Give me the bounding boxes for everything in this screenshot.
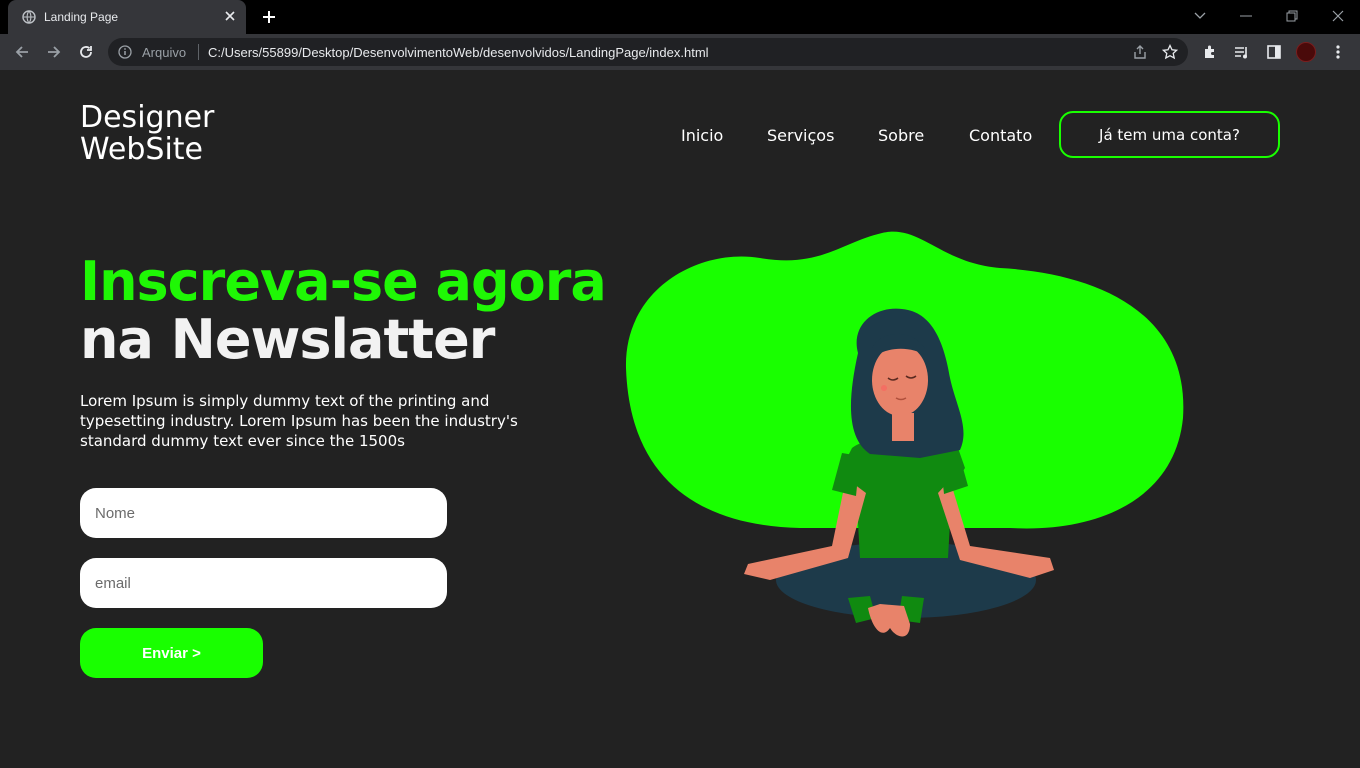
submit-button[interactable]: Enviar > [80, 628, 263, 678]
close-icon[interactable] [222, 8, 238, 24]
extensions-icon[interactable] [1200, 42, 1220, 62]
menu-kebab-icon[interactable] [1328, 42, 1348, 62]
new-tab-icon[interactable] [260, 8, 278, 26]
side-panel-icon[interactable] [1264, 42, 1284, 62]
login-button[interactable]: Já tem uma conta? [1059, 111, 1280, 158]
site-logo[interactable]: Designer WebSite [80, 102, 214, 166]
info-icon[interactable] [118, 45, 132, 59]
nav-link-sobre[interactable]: Sobre [878, 126, 924, 145]
nav-link-inicio[interactable]: Inicio [681, 126, 723, 145]
tab-strip: Landing Page [0, 0, 1360, 34]
bookmark-star-icon[interactable] [1162, 44, 1178, 60]
feet [868, 604, 910, 637]
headline-main: na Newslatter [80, 308, 495, 371]
divider [198, 44, 199, 60]
hero-description: Lorem Ipsum is simply dummy text of the … [80, 392, 518, 450]
face [872, 344, 928, 416]
browser-toolbar: Arquivo C:/Users/55899/Desktop/Desenvolv… [0, 34, 1360, 70]
tab-title: Landing Page [44, 10, 119, 24]
globe-icon [22, 10, 36, 24]
browser-tab[interactable]: Landing Page [8, 0, 246, 34]
meditating-woman-illustration [625, 231, 1184, 637]
share-icon[interactable] [1132, 44, 1148, 60]
url-text[interactable]: C:/Users/55899/Desktop/DesenvolvimentoWe… [208, 45, 709, 60]
reload-icon[interactable] [76, 42, 96, 62]
nav-link-servicos[interactable]: Serviços [767, 126, 834, 145]
close-window-icon[interactable] [1326, 6, 1350, 26]
headline-accent: Inscreva-se agora [80, 250, 607, 313]
tab-search-icon[interactable] [1188, 6, 1212, 26]
address-bar[interactable]: Arquivo C:/Users/55899/Desktop/Desenvolv… [108, 38, 1188, 66]
restore-icon[interactable] [1280, 6, 1304, 26]
email-input[interactable] [80, 558, 447, 608]
back-icon[interactable] [12, 42, 32, 62]
profile-avatar[interactable] [1296, 42, 1316, 62]
scheme-label: Arquivo [142, 45, 187, 60]
nav-link-contato[interactable]: Contato [969, 126, 1032, 145]
name-input[interactable] [80, 488, 447, 538]
forward-icon[interactable] [44, 42, 64, 62]
media-control-icon[interactable] [1232, 42, 1252, 62]
landing-page: Designer WebSite Inicio Serviços Sobre C… [0, 70, 1360, 768]
logo-line-1: Designer [80, 100, 215, 135]
minimize-icon[interactable] [1234, 6, 1258, 26]
logo-line-2: WebSite [80, 132, 204, 167]
